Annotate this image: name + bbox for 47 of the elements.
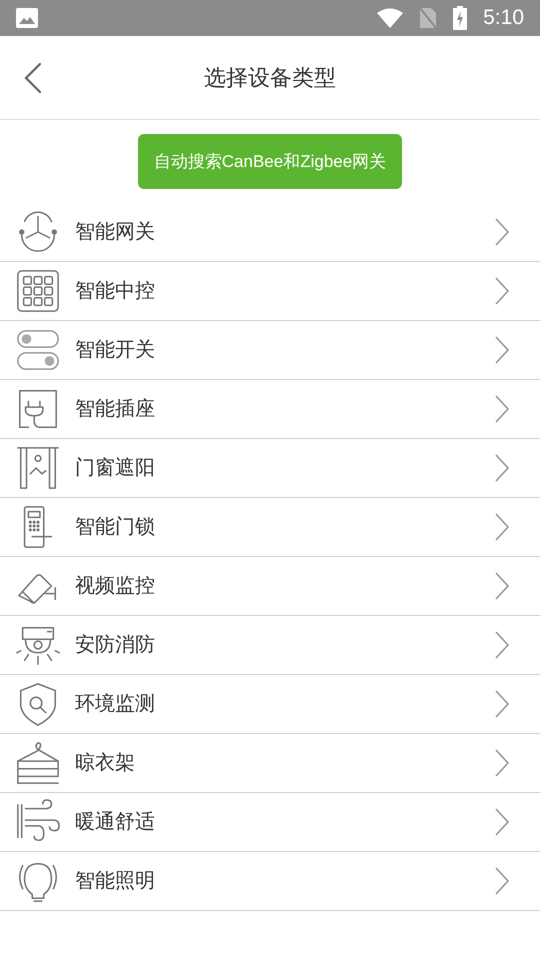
device-type-label: 智能门锁 <box>75 515 156 540</box>
image-icon <box>16 8 38 28</box>
chevron-right-icon <box>494 512 510 542</box>
page-title: 选择设备类型 <box>204 64 336 92</box>
chevron-right-icon <box>494 866 510 896</box>
chevron-right-icon <box>494 394 510 424</box>
chevron-right-icon <box>494 807 510 837</box>
back-icon <box>24 62 42 94</box>
device-type-item[interactable]: 智能中控 <box>0 262 540 321</box>
keypad-icon <box>15 268 61 314</box>
device-type-label: 智能插座 <box>75 397 156 422</box>
device-type-item[interactable]: 视频监控 <box>0 557 540 616</box>
chevron-right-icon <box>494 335 510 365</box>
device-type-item[interactable]: 暖通舒适 <box>0 793 540 852</box>
window-curtain-icon <box>15 445 61 491</box>
device-type-item[interactable]: 智能插座 <box>0 380 540 439</box>
chevron-right-icon <box>494 217 510 247</box>
device-type-item[interactable]: 晾衣架 <box>0 734 540 793</box>
device-type-item[interactable]: 门窗遮阳 <box>0 439 540 498</box>
device-type-label: 智能网关 <box>75 220 156 245</box>
device-type-label: 智能中控 <box>75 279 156 304</box>
toggle-switch-icon <box>15 327 61 373</box>
chevron-right-icon <box>494 276 510 306</box>
chevron-right-icon <box>494 453 510 483</box>
device-type-label: 安防消防 <box>75 633 156 658</box>
device-type-label: 智能照明 <box>75 869 156 894</box>
device-type-item[interactable]: 环境监测 <box>0 675 540 734</box>
chevron-right-icon <box>494 748 510 778</box>
device-type-label: 视频监控 <box>75 574 156 599</box>
clothes-hanger-icon <box>15 740 61 786</box>
device-type-item[interactable]: 智能开关 <box>0 321 540 380</box>
status-time: 5:10 <box>483 5 524 32</box>
device-type-label: 门窗遮阳 <box>75 456 156 481</box>
device-type-label: 智能开关 <box>75 338 156 363</box>
device-type-label: 暖通舒适 <box>75 810 156 835</box>
device-type-label: 晾衣架 <box>75 751 136 776</box>
no-sim-icon <box>419 7 438 29</box>
chevron-right-icon <box>494 571 510 601</box>
device-type-item[interactable]: 智能门锁 <box>0 498 540 557</box>
device-type-item[interactable]: 智能照明 <box>0 852 540 911</box>
chevron-right-icon <box>494 630 510 660</box>
device-type-item[interactable]: 智能网关 <box>0 203 540 262</box>
device-type-item[interactable]: 安防消防 <box>0 616 540 675</box>
battery-charging-icon <box>453 6 468 30</box>
wifi-icon <box>377 8 404 28</box>
device-type-label: 环境监测 <box>75 692 156 717</box>
chevron-right-icon <box>494 689 510 719</box>
